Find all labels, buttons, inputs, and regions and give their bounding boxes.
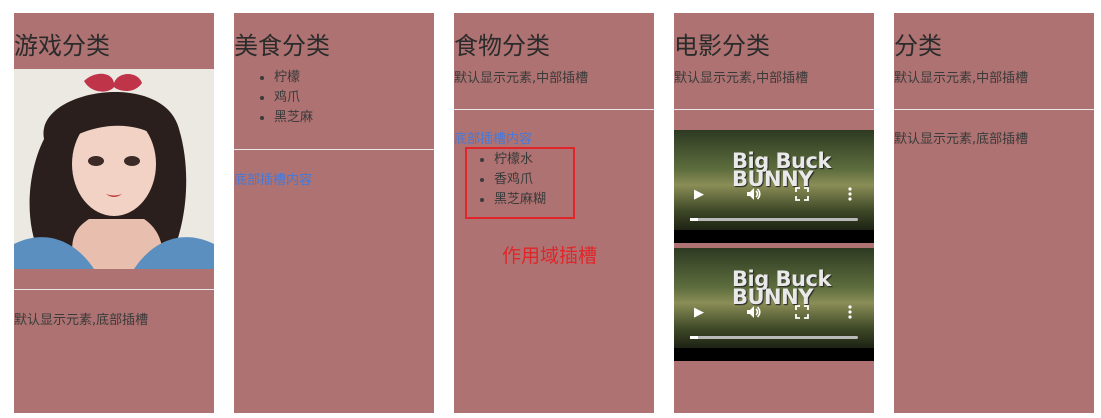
more-options-icon[interactable]: [847, 305, 853, 322]
list-item: 黑芝麻: [274, 108, 313, 128]
video-title-art: Big Buck BUNNY: [732, 151, 831, 190]
bottom-slot-default-text: 默认显示元素,底部插槽: [894, 132, 1029, 147]
divider: [14, 289, 214, 290]
middle-slot-default-text: 默认显示元素,中部插槽: [674, 71, 809, 86]
card-title: 电影分类: [674, 32, 770, 60]
category-card-food: 美食分类 柠檬 鸡爪 黑芝麻 底部插槽内容: [234, 13, 434, 413]
middle-slot-default-text: 默认显示元素,中部插槽: [894, 71, 1029, 86]
fullscreen-icon[interactable]: [795, 187, 809, 204]
card-title: 食物分类: [454, 32, 550, 60]
card-title: 游戏分类: [14, 32, 110, 60]
divider: [674, 109, 874, 110]
divider: [234, 149, 434, 150]
divider: [894, 109, 1094, 110]
card-title: 美食分类: [234, 32, 330, 60]
fullscreen-icon[interactable]: [795, 305, 809, 322]
scoped-slot-highlight-box: [465, 147, 575, 219]
portrait-illustration: [14, 69, 214, 269]
video-player[interactable]: Big Buck BUNNY ▶: [674, 248, 874, 361]
more-options-icon[interactable]: [847, 187, 853, 204]
category-card-movies: 电影分类 默认显示元素,中部插槽 Big Buck BUNNY ▶ Big Bu…: [674, 13, 874, 413]
card-title: 分类: [894, 32, 942, 60]
progress-bar[interactable]: [690, 336, 858, 339]
bottom-slot-link[interactable]: 底部插槽内容: [234, 171, 312, 191]
category-card-default: 分类 默认显示元素,中部插槽 默认显示元素,底部插槽: [894, 13, 1094, 413]
volume-icon[interactable]: [746, 187, 762, 204]
video-player[interactable]: Big Buck BUNNY ▶: [674, 130, 874, 243]
volume-icon[interactable]: [746, 305, 762, 322]
play-icon[interactable]: ▶: [694, 188, 704, 201]
video-title-art: Big Buck BUNNY: [732, 269, 831, 308]
portrait-image: [14, 69, 214, 269]
list-item: 柠檬: [274, 68, 313, 88]
divider: [454, 109, 654, 110]
category-card-games: 游戏分类 默认显示元素,底部插槽: [14, 13, 214, 413]
item-list: 柠檬 鸡爪 黑芝麻: [234, 68, 313, 128]
bottom-slot-default-text: 默认显示元素,底部插槽: [14, 313, 149, 328]
progress-bar[interactable]: [690, 218, 858, 221]
play-icon[interactable]: ▶: [694, 306, 704, 319]
list-item: 鸡爪: [274, 88, 313, 108]
middle-slot-default-text: 默认显示元素,中部插槽: [454, 71, 589, 86]
scoped-slot-annotation: 作用域插槽: [502, 245, 598, 267]
